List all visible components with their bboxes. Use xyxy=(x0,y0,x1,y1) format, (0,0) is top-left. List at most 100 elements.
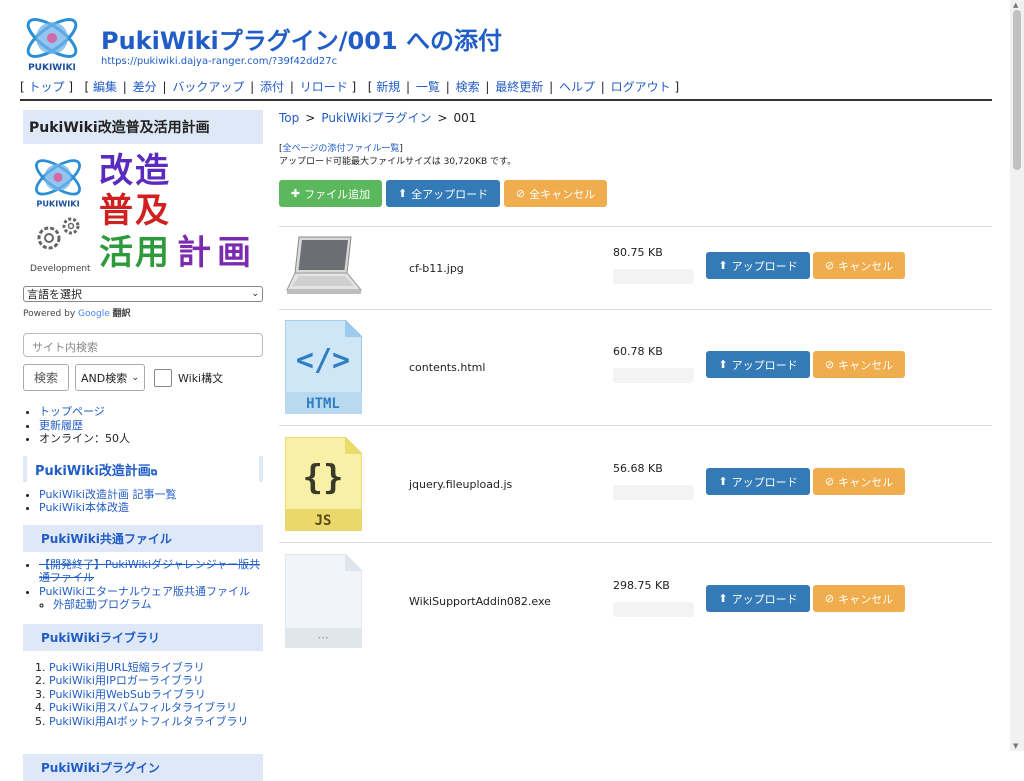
nav-reload[interactable]: リロード xyxy=(300,80,348,94)
link-update-history[interactable]: 更新履歴 xyxy=(39,419,83,432)
link-kaizou-list[interactable]: PukiWiki改造計画 記事一覧 xyxy=(39,488,176,501)
translate-link[interactable]: 翻訳 xyxy=(113,309,131,319)
navigator-menu: [ トップ ] [ 編集 | 差分 | バックアップ | 添付 | リロード ]… xyxy=(20,80,680,94)
section1-list: PukiWiki改造計画 記事一覧 PukiWiki本体改造 xyxy=(23,488,263,515)
language-select[interactable]: 言語を選択 ⌄ xyxy=(23,286,263,302)
list-item: PukiWiki改造計画 記事一覧 xyxy=(39,488,263,502)
cancel-button[interactable]: ⊘ キャンセル xyxy=(813,585,905,612)
link-spam-filter-lib[interactable]: PukiWiki用スパムフィルタライブラリ xyxy=(49,701,237,714)
link-kaizou-core[interactable]: PukiWiki本体改造 xyxy=(39,501,129,514)
upload-circle-icon: ⬆ xyxy=(718,358,728,371)
section-heading-kaizou[interactable]: PukiWiki改造計画⧉ xyxy=(23,455,263,482)
link-ai-bot-filter-lib[interactable]: PukiWiki用AIボットフィルタライブラリ xyxy=(49,715,249,728)
list-item: PukiWiki本体改造 xyxy=(39,501,263,515)
nav-edit[interactable]: 編集 xyxy=(93,80,117,94)
file-name: contents.html xyxy=(409,361,486,374)
nav-recent[interactable]: 最終更新 xyxy=(495,80,543,94)
section-heading-common-files: PukiWiki共通ファイル xyxy=(23,524,263,552)
html-file-icon[interactable]: </> HTML xyxy=(284,319,363,415)
link-top-page[interactable]: トップページ xyxy=(39,405,105,418)
page-title: PukiWikiプラグイン/001 への添付 xyxy=(101,27,502,55)
list-item: 更新履歴 xyxy=(39,419,263,433)
nav-attach[interactable]: 添付 xyxy=(260,80,284,94)
nav-backup[interactable]: バックアップ xyxy=(172,80,244,94)
site-banner[interactable]: PUKIWIKI Development 改 造 普 及 活 用 計 画 xyxy=(23,150,263,278)
generic-file-icon[interactable]: ··· xyxy=(284,553,363,649)
svg-text:JS: JS xyxy=(315,513,332,529)
online-count: オンライン：50人 xyxy=(39,432,263,446)
banner-char-6: 用 xyxy=(135,233,169,273)
search-button[interactable]: 検索 xyxy=(23,364,69,391)
external-link-icon: ⧉ xyxy=(150,467,158,478)
banner-char-7: 計 xyxy=(177,233,211,273)
breadcrumb-plugins[interactable]: PukiWikiプラグイン xyxy=(321,111,431,125)
link-eternalware-common[interactable]: PukiWikiエターナルウェア版共通ファイル xyxy=(39,585,250,598)
sidebar-links: トップページ 更新履歴 オンライン：50人 xyxy=(23,405,263,446)
link-ip-logger-lib[interactable]: PukiWiki用IPロガーライブラリ xyxy=(49,674,204,687)
link-url-lib[interactable]: PukiWiki用URL短縮ライブラリ xyxy=(49,661,205,674)
all-attachments-link[interactable]: 全ページの添付ファイル一覧 xyxy=(283,144,400,154)
upload-button[interactable]: ⬆ アップロード xyxy=(706,252,810,279)
add-file-button[interactable]: ✚ ファイル追加 xyxy=(279,180,382,207)
svg-text:HTML: HTML xyxy=(306,396,340,412)
link-websub-lib[interactable]: PukiWiki用WebSubライブラリ xyxy=(49,688,206,701)
upload-circle-icon: ⬆ xyxy=(718,259,728,272)
file-name: jquery.fileupload.js xyxy=(409,478,513,491)
page-short-url[interactable]: https://pukiwiki.dajya-ranger.com/?39f42… xyxy=(101,56,337,67)
nav-logout[interactable]: ログアウト xyxy=(611,80,671,94)
upload-button[interactable]: ⬆ アップロード xyxy=(706,468,810,495)
row-divider xyxy=(279,542,992,543)
scroll-down-arrow-icon[interactable]: ▼ xyxy=(1013,742,1018,750)
file-size: 60.78 KB xyxy=(613,345,663,358)
list-item: PukiWiki用スパムフィルタライブラリ xyxy=(49,701,263,715)
link-external-program[interactable]: 外部起動プログラム xyxy=(53,598,152,611)
cancel-button[interactable]: ⊘ キャンセル xyxy=(813,351,905,378)
chevron-down-icon: ⌄ xyxy=(131,372,139,383)
upload-circle-icon: ⬆ xyxy=(718,592,728,605)
svg-text:···: ··· xyxy=(317,631,328,645)
wiki-syntax-checkbox[interactable] xyxy=(154,368,172,387)
scroll-up-arrow-icon[interactable]: ▲ xyxy=(1013,1,1018,9)
ban-icon: ⊘ xyxy=(824,475,835,488)
upload-circle-icon: ⬆ xyxy=(718,475,728,488)
scrollbar-thumb[interactable] xyxy=(1013,10,1021,170)
svg-text:</>: </> xyxy=(296,343,350,378)
nav-new[interactable]: 新規 xyxy=(376,80,400,94)
search-mode-select[interactable]: AND検索 ⌄ xyxy=(75,364,145,391)
development-label: Development xyxy=(30,264,91,274)
ban-icon: ⊘ xyxy=(824,259,835,272)
section3-list: PukiWiki用URL短縮ライブラリ PukiWiki用IPロガーライブラリ … xyxy=(23,661,263,729)
breadcrumb-top[interactable]: Top xyxy=(279,111,299,125)
nav-help[interactable]: ヘルプ xyxy=(559,80,595,94)
file-name: WikiSupportAddin082.exe xyxy=(409,595,551,608)
upload-button[interactable]: ⬆ アップロード xyxy=(706,351,810,378)
nav-search[interactable]: 検索 xyxy=(456,80,480,94)
pukiwiki-logo[interactable]: PUKIWIKI xyxy=(20,8,84,73)
cancel-all-button[interactable]: ⊘ 全キャンセル xyxy=(504,180,607,207)
upload-button[interactable]: ⬆ アップロード xyxy=(706,585,810,612)
cancel-button[interactable]: ⊘ キャンセル xyxy=(813,468,905,495)
wiki-syntax-label: Wiki構文 xyxy=(178,371,224,385)
js-file-icon[interactable]: {} JS xyxy=(284,436,363,532)
laptop-thumbnail[interactable] xyxy=(285,235,363,297)
vertical-scrollbar[interactable]: ▲ ▼ xyxy=(1010,0,1024,751)
file-size: 80.75 KB xyxy=(613,246,663,259)
site-search-input[interactable]: サイト内検索 xyxy=(23,333,263,357)
svg-text:PUKIWIKI: PUKIWIKI xyxy=(28,63,76,72)
nav-top[interactable]: トップ xyxy=(29,80,65,94)
sidebar-site-title: PukiWiki改造普及活用計画 xyxy=(23,110,263,144)
upload-progress-bar xyxy=(613,602,694,617)
header: PUKIWIKI PukiWikiプラグイン/001 への添付 https://… xyxy=(20,8,992,73)
list-item: 外部起動プログラム xyxy=(53,598,263,612)
cancel-button[interactable]: ⊘ キャンセル xyxy=(813,252,905,279)
upload-all-button[interactable]: ⬆ 全アップロード xyxy=(386,180,500,207)
nav-list[interactable]: 一覧 xyxy=(416,80,440,94)
nav-diff[interactable]: 差分 xyxy=(133,80,157,94)
section-heading-libraries: PukiWikiライブラリ xyxy=(23,623,263,651)
ban-icon: ⊘ xyxy=(824,358,835,371)
upload-progress-bar xyxy=(613,269,694,284)
link-dajyaranger-common[interactable]: 【開発終了】PukiWikiダジャレンジャー版共通ファイル xyxy=(39,558,260,585)
banner-char-3: 普 xyxy=(99,191,133,231)
ban-icon: ⊘ xyxy=(515,187,526,200)
all-files-link-wrapper: [全ページの添付ファイル一覧] xyxy=(279,144,403,154)
